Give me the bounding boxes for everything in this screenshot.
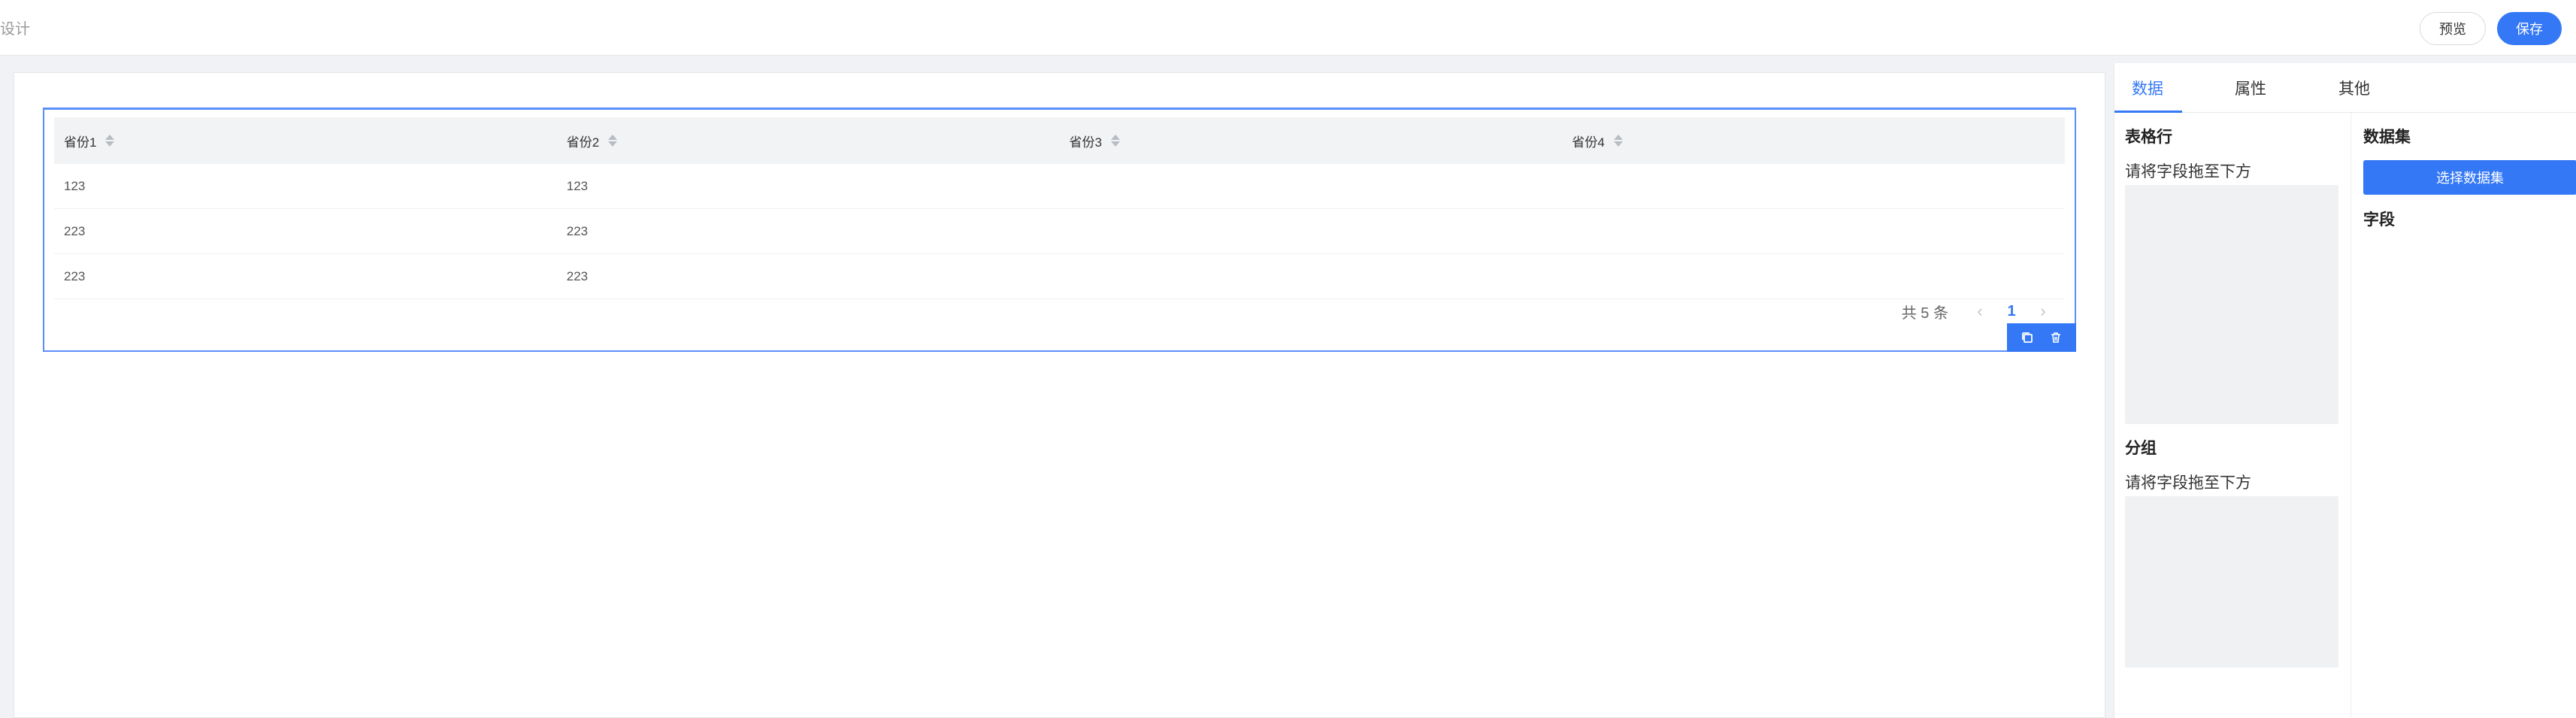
page-title: 设计 [0, 21, 30, 38]
group-title: 分组 [2125, 440, 2157, 457]
tab-data[interactable]: 数据 [2132, 77, 2163, 99]
chevron-left-icon[interactable]: ‹ [1971, 301, 1989, 321]
column-header-label: 省份3 [1069, 135, 1102, 150]
sort-icon[interactable] [1110, 135, 1120, 147]
table-row: 123 123 [54, 164, 2065, 209]
column-header[interactable]: 省份4 [1562, 132, 2065, 150]
table-rows-hint: 请将字段拖至下方 [2125, 163, 2251, 180]
data-table: 省份1 省份2 省份3 省份4 123 123 223 223 223 223 [54, 117, 2065, 299]
property-panel: 数据 属性 其他 表格行 请将字段拖至下方 分组 请将字段拖至下方 数据集 字段… [2114, 63, 2576, 718]
column-header[interactable]: 省份2 [557, 132, 1060, 150]
layout-column: 表格行 请将字段拖至下方 分组 请将字段拖至下方 [2114, 113, 2351, 718]
table-row: 223 223 [54, 254, 2065, 299]
sort-icon[interactable] [1613, 135, 1623, 147]
panel-tabs: 数据 属性 其他 [2114, 63, 2576, 113]
pagination-total: 共 5 条 [1901, 304, 1948, 322]
column-header-label: 省份4 [1572, 135, 1605, 150]
chevron-right-icon[interactable]: › [2034, 301, 2052, 321]
table-row: 223 223 [54, 209, 2065, 254]
trash-icon[interactable] [2048, 330, 2063, 345]
table-cell: 223 [64, 268, 86, 283]
design-canvas[interactable]: 省份1 省份2 省份3 省份4 123 123 223 223 223 223 [14, 72, 2105, 718]
widget-toolbar [2007, 323, 2076, 352]
save-button[interactable]: 保存 [2497, 12, 2562, 45]
table-cell: 123 [566, 178, 589, 193]
tab-other[interactable]: 其他 [2338, 77, 2370, 99]
table-rows-dropzone[interactable] [2125, 185, 2338, 424]
table-widget[interactable]: 省份1 省份2 省份3 省份4 123 123 223 223 223 223 [43, 108, 2076, 352]
top-bar: 设计 预览 保存 [0, 0, 2576, 56]
tab-properties[interactable]: 属性 [2235, 77, 2266, 99]
table-cell: 223 [566, 223, 589, 238]
table-cell: 223 [566, 268, 589, 283]
sort-icon[interactable] [608, 135, 618, 147]
table-rows-title: 表格行 [2125, 129, 2172, 146]
fields-title: 字段 [2363, 211, 2395, 229]
column-header[interactable]: 省份1 [54, 132, 557, 150]
preview-button[interactable]: 预览 [2420, 12, 2486, 45]
select-dataset-button[interactable]: 选择数据集 [2363, 160, 2576, 195]
group-hint: 请将字段拖至下方 [2125, 474, 2251, 492]
table-cell: 223 [64, 223, 86, 238]
table-header: 省份1 省份2 省份3 省份4 [54, 117, 2065, 164]
column-header[interactable]: 省份3 [1060, 132, 1563, 150]
column-header-label: 省份1 [64, 135, 97, 150]
group-dropzone[interactable] [2125, 496, 2338, 668]
table-cell: 123 [64, 178, 86, 193]
dataset-column: 数据集 字段 [2351, 113, 2576, 718]
dataset-title: 数据集 [2363, 129, 2411, 146]
copy-icon[interactable] [2020, 330, 2035, 345]
sort-icon[interactable] [105, 135, 115, 147]
pagination-page[interactable]: 1 [1989, 303, 2034, 320]
pagination: 共 5 条 ‹ 1 › [1902, 296, 2075, 326]
column-header-label: 省份2 [566, 135, 600, 150]
